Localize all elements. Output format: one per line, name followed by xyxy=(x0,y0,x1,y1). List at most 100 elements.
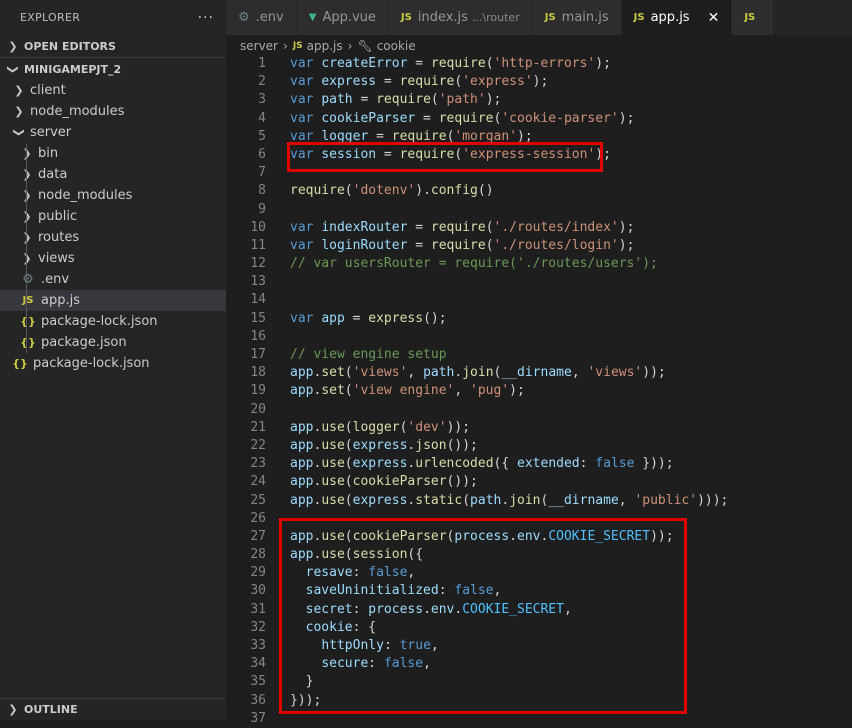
tab[interactable]: JS main.js xyxy=(532,0,622,35)
js-icon: JS xyxy=(744,12,756,23)
line-number: 30 xyxy=(250,583,266,599)
code-token: var xyxy=(290,237,322,253)
tree-item-label: package-lock.json xyxy=(41,314,158,329)
tab[interactable]: ▼ App.vue xyxy=(296,0,389,35)
breadcrumb-file[interactable]: app.js xyxy=(307,39,343,53)
code-token: 'dotenv' xyxy=(352,183,416,199)
tree-item[interactable]: ❯ bin xyxy=(0,143,226,164)
code-line: 22 app.use(express.json()); xyxy=(226,437,852,455)
code-line: 28 app.use(session({ xyxy=(226,546,852,564)
tree-item[interactable]: {} package.json xyxy=(0,332,226,353)
line-number: 35 xyxy=(250,674,266,690)
code-token: . xyxy=(501,492,510,508)
project-section[interactable]: ❯ MINIGAMEPJT_2 xyxy=(0,57,226,80)
tab[interactable]: ⚙ .env xyxy=(226,0,297,35)
code-token: ( xyxy=(344,183,353,199)
tab[interactable]: JS app.js ✕ xyxy=(621,0,733,35)
code-token: saveUninitialized xyxy=(305,583,439,599)
js-icon: JS xyxy=(633,12,645,23)
tab-label: index.js xyxy=(417,10,468,25)
code-token: use xyxy=(321,528,345,544)
tree-item[interactable]: JS app.js xyxy=(0,290,226,311)
code-token: 'path' xyxy=(438,92,486,108)
code-token: : { xyxy=(352,619,377,635)
code-line: 14 xyxy=(226,291,852,309)
code-token: session xyxy=(321,146,377,162)
code-token: __dirname xyxy=(548,492,619,508)
breadcrumb-symbol[interactable]: cookie xyxy=(377,39,416,53)
code-line: 11 var loginRouter = require('./routes/lo… xyxy=(226,237,852,255)
code-token: ); xyxy=(517,128,533,144)
code-line: 26 xyxy=(226,510,852,528)
tree-item-label: public xyxy=(38,209,78,224)
code-token: = xyxy=(368,128,392,144)
line-number: 29 xyxy=(250,565,266,581)
tree-item[interactable]: {} package-lock.json xyxy=(0,311,226,332)
code-text: var indexRouter = require('./routes/inde… xyxy=(290,219,634,237)
open-editors-section[interactable]: ❯ OPEN EDITORS xyxy=(0,35,226,57)
line-number: 19 xyxy=(250,383,266,399)
code-token: 'views' xyxy=(352,365,408,381)
code-token: var xyxy=(290,146,322,162)
code-token: app xyxy=(290,456,314,472)
chevron-right-icon: ❯ xyxy=(22,231,32,244)
tree-item[interactable]: {} package-lock.json xyxy=(0,353,226,374)
tree-item[interactable]: ❯ data xyxy=(0,164,226,185)
code-text: var app = express(); xyxy=(290,310,447,328)
code-text: httpOnly: true, xyxy=(290,637,438,655)
code-token: ( xyxy=(462,492,471,508)
code-token: require xyxy=(430,56,486,71)
code-line: 10 var indexRouter = require('./routes/in… xyxy=(226,219,852,237)
tab-description: ...\router xyxy=(471,11,520,24)
indent-guide xyxy=(26,185,27,206)
outline-section[interactable]: ❯ OUTLINE xyxy=(0,698,226,720)
tree-item[interactable]: ❯ server xyxy=(0,122,226,143)
tree-item[interactable]: ❯ client xyxy=(0,80,226,101)
line-number: 13 xyxy=(250,274,266,290)
code-token: app xyxy=(290,528,314,544)
code-token: : xyxy=(579,456,596,472)
tree-item[interactable]: ❯ node_modules xyxy=(0,185,226,206)
tab[interactable]: JS xyxy=(732,0,775,35)
code-token: secret xyxy=(305,601,353,617)
code-token: } xyxy=(290,674,314,690)
code-text: // view engine setup xyxy=(290,346,447,364)
js-icon: JS xyxy=(400,12,412,23)
tree-item[interactable]: ❯ node_modules xyxy=(0,101,226,122)
gear-icon: ⚙ xyxy=(238,10,250,25)
code-token: __dirname xyxy=(501,365,572,381)
code-token: app xyxy=(290,365,314,381)
close-icon[interactable]: ✕ xyxy=(708,10,720,26)
code-token: : xyxy=(352,565,369,581)
code-token: 'morgan' xyxy=(454,128,518,144)
tab[interactable]: JS index.js ...\router xyxy=(388,0,533,35)
line-number: 26 xyxy=(250,510,266,526)
code-line: 36})); xyxy=(226,692,852,710)
code-text: } xyxy=(290,673,314,691)
code-token: process xyxy=(368,601,424,617)
js-icon: JS xyxy=(544,12,556,23)
tree-item[interactable]: ❯ views xyxy=(0,248,226,269)
code-token: env xyxy=(430,601,455,617)
code-text: app.set('view engine', 'pug'); xyxy=(290,382,525,400)
code-line: 1 var createError = require('http-errors'… xyxy=(226,55,852,73)
indent-guide xyxy=(26,227,27,248)
tree-item[interactable]: ❯ public xyxy=(0,206,226,227)
breadcrumb-folder[interactable]: server xyxy=(240,39,278,53)
line-number: 16 xyxy=(250,328,266,344)
tab-label: App.vue xyxy=(322,10,376,25)
code-editor[interactable]: 1 var createError = require('http-errors'… xyxy=(226,55,852,726)
code-token: app xyxy=(290,419,314,435)
json-file-icon: {} xyxy=(20,336,36,349)
code-text: app.use(logger('dev')); xyxy=(290,419,470,437)
tree-item[interactable]: ⚙ .env xyxy=(0,269,226,290)
more-actions-icon[interactable]: ··· xyxy=(198,10,214,26)
code-token: app xyxy=(290,437,314,453)
code-token: loginRouter xyxy=(321,237,408,253)
tree-item[interactable]: ❯ routes xyxy=(0,227,226,248)
indent-guide xyxy=(26,332,27,353)
line-number: 27 xyxy=(250,528,266,544)
code-text: var createError = require('http-errors')… xyxy=(290,55,611,73)
code-token: config xyxy=(430,183,478,199)
